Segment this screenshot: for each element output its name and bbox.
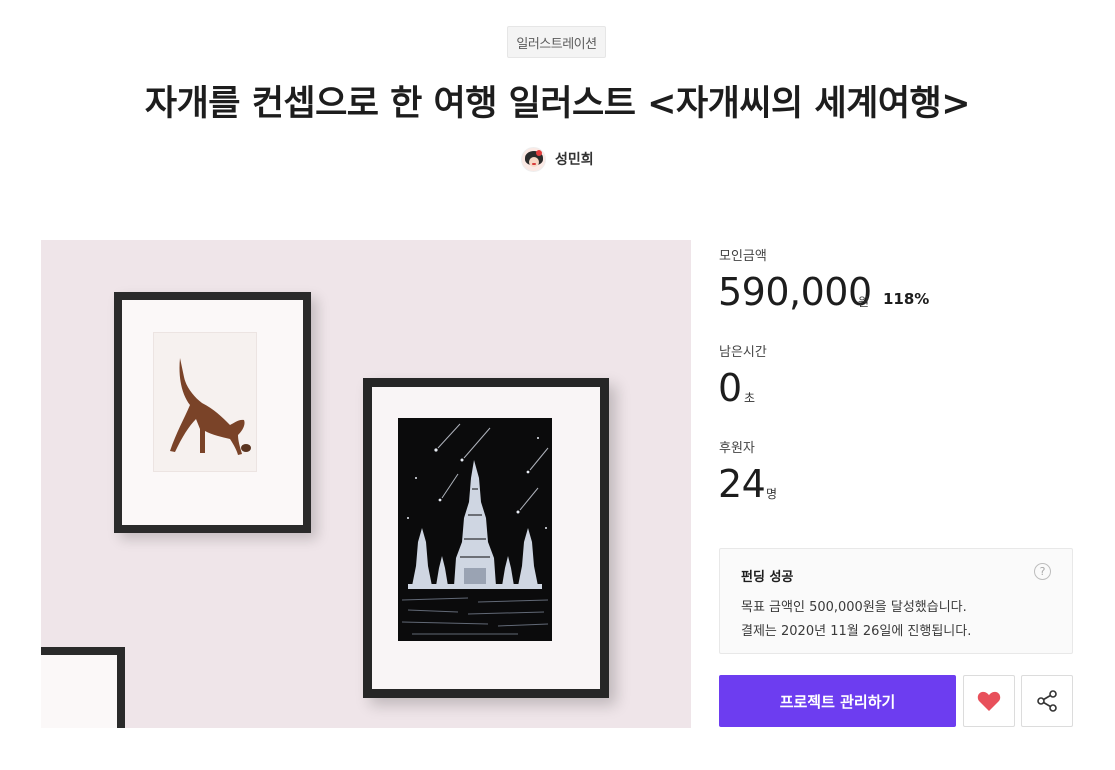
raised-unit: 원	[858, 295, 870, 309]
dog-illustration	[170, 358, 251, 455]
avatar[interactable]	[521, 146, 546, 172]
backers-value: 24	[718, 462, 766, 506]
page-title: 자개를 컨셉으로 한 여행 일러스트 <자개씨의 세계여행>	[144, 84, 971, 124]
framed-art-temple	[363, 378, 609, 698]
payment-date-message: 결제는 2020년 11월 26일에 진행됩니다.	[741, 624, 972, 639]
framed-art-partial	[41, 647, 125, 728]
backers-unit: 명	[766, 487, 778, 501]
funding-status-title: 펀딩 성공	[741, 570, 794, 585]
framed-art-dog	[114, 292, 311, 533]
heart-icon	[977, 691, 1001, 711]
help-icon[interactable]: ?	[1034, 563, 1051, 580]
temple-illustration	[401, 423, 549, 635]
raised-percent: 118%	[883, 290, 930, 308]
raised-value: 590,000	[718, 270, 872, 314]
funding-status-box: 펀딩 성공 ? 목표 금액인 500,000원을 달성했습니다. 결제는 202…	[719, 548, 1073, 654]
project-main-image	[41, 240, 691, 728]
manage-project-button[interactable]: 프로젝트 관리하기	[719, 675, 956, 727]
time-left-value: 0	[718, 366, 742, 410]
time-left-unit: 초	[744, 391, 756, 405]
share-button[interactable]	[1021, 675, 1073, 727]
funding-goal-message: 목표 금액인 500,000원을 달성했습니다.	[741, 600, 967, 615]
creator-info[interactable]: 성민희	[521, 146, 594, 172]
creator-name[interactable]: 성민희	[555, 149, 594, 169]
category-badge[interactable]: 일러스트레이션	[507, 26, 606, 58]
like-button[interactable]	[963, 675, 1015, 727]
backers-label: 후원자	[719, 441, 755, 456]
share-icon	[1037, 690, 1057, 712]
raised-label: 모인금액	[719, 249, 767, 264]
time-left-label: 남은시간	[719, 345, 767, 360]
